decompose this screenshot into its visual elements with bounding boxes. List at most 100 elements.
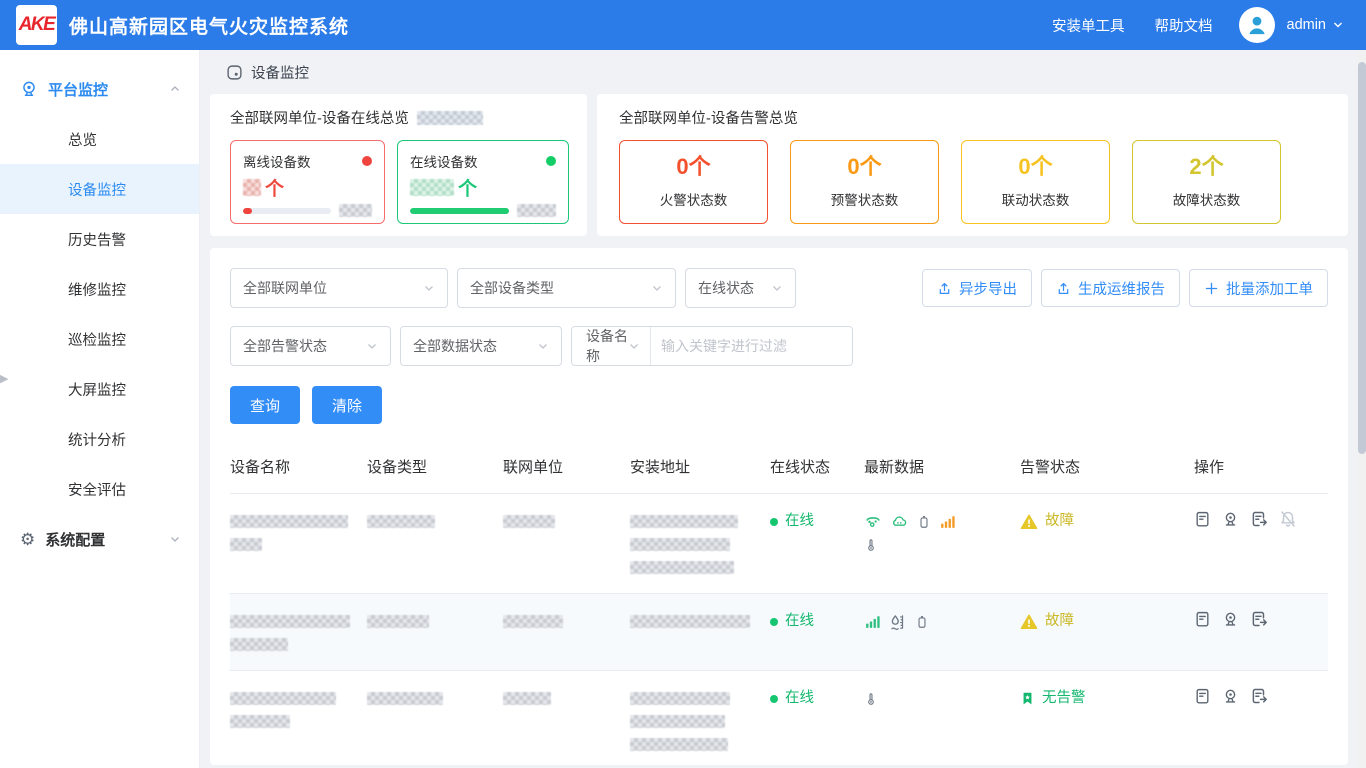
online-unit: 个	[458, 174, 477, 201]
redacted-text	[503, 692, 551, 705]
sidebar-item-设备监控[interactable]: 设备监控	[0, 164, 199, 214]
doc-icon[interactable]	[1194, 687, 1211, 705]
sidebar-item-安全评估[interactable]: 安全评估	[0, 464, 199, 514]
alarm-overview-title: 全部联网单位-设备告警总览	[619, 107, 798, 128]
sidebar-item-label: 历史告警	[68, 229, 126, 250]
button-label: 批量添加工单	[1226, 278, 1313, 299]
device-online-overview-card: 全部联网单位-设备在线总览 离线设备数 个	[210, 94, 587, 236]
redacted-text	[630, 738, 728, 751]
sidebar-item-label: 设备监控	[68, 179, 126, 200]
select-device-type[interactable]: 全部设备类型	[457, 268, 676, 308]
select-value: 全部数据状态	[413, 336, 537, 356]
redacted-percentage	[339, 204, 372, 217]
select-network-unit[interactable]: 全部联网单位	[230, 268, 448, 308]
page-scrollbar	[1358, 50, 1366, 768]
sidebar-item-历史告警[interactable]: 历史告警	[0, 214, 199, 264]
cell-install-address	[630, 510, 770, 579]
install-tool-link[interactable]: 安装单工具	[1052, 15, 1125, 36]
warn-triangle-icon	[1020, 513, 1038, 531]
cell-install-address	[630, 687, 770, 756]
offline-stat-label: 离线设备数	[243, 151, 311, 171]
column-header: 在线状态	[770, 456, 864, 479]
username[interactable]: admin	[1287, 17, 1327, 33]
battery-icon	[917, 513, 931, 531]
cell-alarm-status: 故障	[1020, 510, 1194, 533]
webcam-icon	[20, 80, 38, 98]
select-value: 全部联网单位	[243, 278, 423, 298]
table-row[interactable]: 在线故障	[230, 493, 1328, 593]
sidebar-group-platform-monitor[interactable]: 平台监控	[0, 64, 199, 114]
redacted-value	[243, 179, 261, 196]
sensor-icon	[864, 513, 882, 531]
breadcrumb: 设备监控	[210, 50, 1348, 94]
online-dot-icon	[770, 695, 778, 703]
button-label: 生成运维报告	[1078, 278, 1165, 299]
keyword-filter: 设备名称	[571, 326, 853, 366]
async-export-button[interactable]: 异步导出	[922, 269, 1032, 307]
gear-icon: ⚙	[20, 531, 35, 548]
cell-latest-data	[864, 510, 1020, 556]
table-row[interactable]: 在线故障	[230, 593, 1328, 670]
bell-off-icon[interactable]	[1279, 510, 1297, 528]
device-list-card: 全部联网单位 全部设备类型 在线状态 异步导出	[210, 248, 1348, 765]
table-row[interactable]: 在线无告警	[230, 670, 1328, 765]
signal-bars-green-icon	[864, 613, 881, 630]
sidebar-item-大屏监控[interactable]: 大屏监控	[0, 364, 199, 414]
avatar[interactable]	[1239, 7, 1275, 43]
sidebar-items: 总览设备监控历史告警维修监控巡检监控大屏监控统计分析安全评估	[0, 114, 199, 514]
select-value: 全部告警状态	[243, 336, 366, 356]
batch-add-workorder-button[interactable]: 批量添加工单	[1189, 269, 1328, 307]
chevron-down-icon	[651, 282, 663, 294]
generate-report-button[interactable]: 生成运维报告	[1041, 269, 1180, 307]
column-header: 告警状态	[1020, 456, 1194, 479]
redacted-text	[630, 538, 730, 551]
cell-alarm-status: 故障	[1020, 610, 1194, 633]
select-data-status[interactable]: 全部数据状态	[400, 326, 562, 366]
alarm-count: 0个	[676, 156, 710, 178]
sidebar-collapse-handle[interactable]: ▶	[0, 372, 8, 385]
doc-arrow-icon[interactable]	[1250, 510, 1268, 528]
keyword-input[interactable]	[650, 327, 852, 365]
sidebar-item-维修监控[interactable]: 维修监控	[0, 264, 199, 314]
chevron-down-icon	[771, 282, 783, 294]
select-keyword-field[interactable]: 设备名称	[572, 327, 650, 365]
alarm-stat-label: 联动状态数	[1002, 189, 1070, 209]
select-alarm-status[interactable]: 全部告警状态	[230, 326, 391, 366]
camera-icon[interactable]	[1222, 687, 1239, 705]
sidebar-item-巡检监控[interactable]: 巡检监控	[0, 314, 199, 364]
alarm-status-label: 故障	[1045, 510, 1074, 533]
plus-icon	[1204, 281, 1219, 296]
select-online-status[interactable]: 在线状态	[685, 268, 796, 308]
query-button[interactable]: 查询	[230, 386, 300, 424]
logo-text: AKE	[19, 14, 55, 36]
doc-arrow-icon[interactable]	[1250, 610, 1268, 628]
sidebar-item-统计分析[interactable]: 统计分析	[0, 414, 199, 464]
thermometer-icon	[864, 690, 878, 708]
online-dot-icon	[770, 518, 778, 526]
alarm-count: 0个	[1018, 156, 1052, 178]
top-header: AKE 佛山高新园区电气火灾监控系统 安装单工具 帮助文档 admin	[0, 0, 1366, 50]
doc-arrow-icon[interactable]	[1250, 687, 1268, 705]
redacted-text	[230, 615, 350, 628]
sidebar-item-总览[interactable]: 总览	[0, 114, 199, 164]
alarm-count: 0个	[847, 156, 881, 178]
redacted-text	[630, 515, 738, 528]
redacted-text	[230, 538, 262, 551]
clear-button[interactable]: 清除	[312, 386, 382, 424]
help-doc-link[interactable]: 帮助文档	[1155, 15, 1213, 36]
column-header: 设备类型	[367, 456, 503, 479]
cell-online-status: 在线	[770, 687, 864, 710]
redacted-text	[230, 638, 288, 651]
doc-icon[interactable]	[1194, 610, 1211, 628]
table-body: 在线故障在线故障在线无告警在线无告警	[230, 493, 1328, 765]
camera-icon[interactable]	[1222, 610, 1239, 628]
table-header-row: 设备名称设备类型联网单位安装地址在线状态最新数据告警状态操作	[230, 448, 1328, 493]
camera-icon[interactable]	[1222, 510, 1239, 528]
doc-icon[interactable]	[1194, 510, 1211, 528]
sidebar-group-system-config[interactable]: ⚙ 系统配置	[0, 514, 199, 564]
chevron-down-icon[interactable]	[1332, 19, 1344, 31]
scrollbar-thumb[interactable]	[1358, 62, 1366, 454]
thermometer-icon	[864, 536, 878, 554]
signal-bars-orange-icon	[939, 513, 956, 530]
redacted-text	[417, 111, 483, 125]
